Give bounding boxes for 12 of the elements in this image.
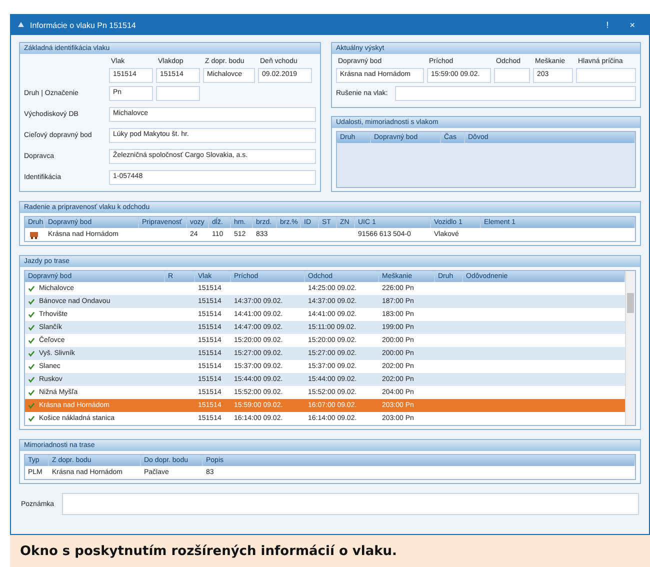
scroll-thumb[interactable] [627, 293, 634, 313]
window-control[interactable]: × [622, 20, 643, 30]
wagon-icon [29, 230, 39, 240]
text-field[interactable] [394, 86, 636, 101]
text-field[interactable] [576, 68, 636, 83]
note-field[interactable] [62, 493, 639, 515]
window-title: Informácie o vlaku Pn 151514 [30, 20, 136, 30]
figure-caption: Okno s poskytnutím rozšírených informácií o vlaku. [10, 535, 650, 567]
text-field[interactable] [156, 86, 200, 101]
window-control[interactable]: ! [598, 20, 617, 30]
scrollbar[interactable] [625, 271, 635, 425]
text-field[interactable] [494, 68, 530, 83]
